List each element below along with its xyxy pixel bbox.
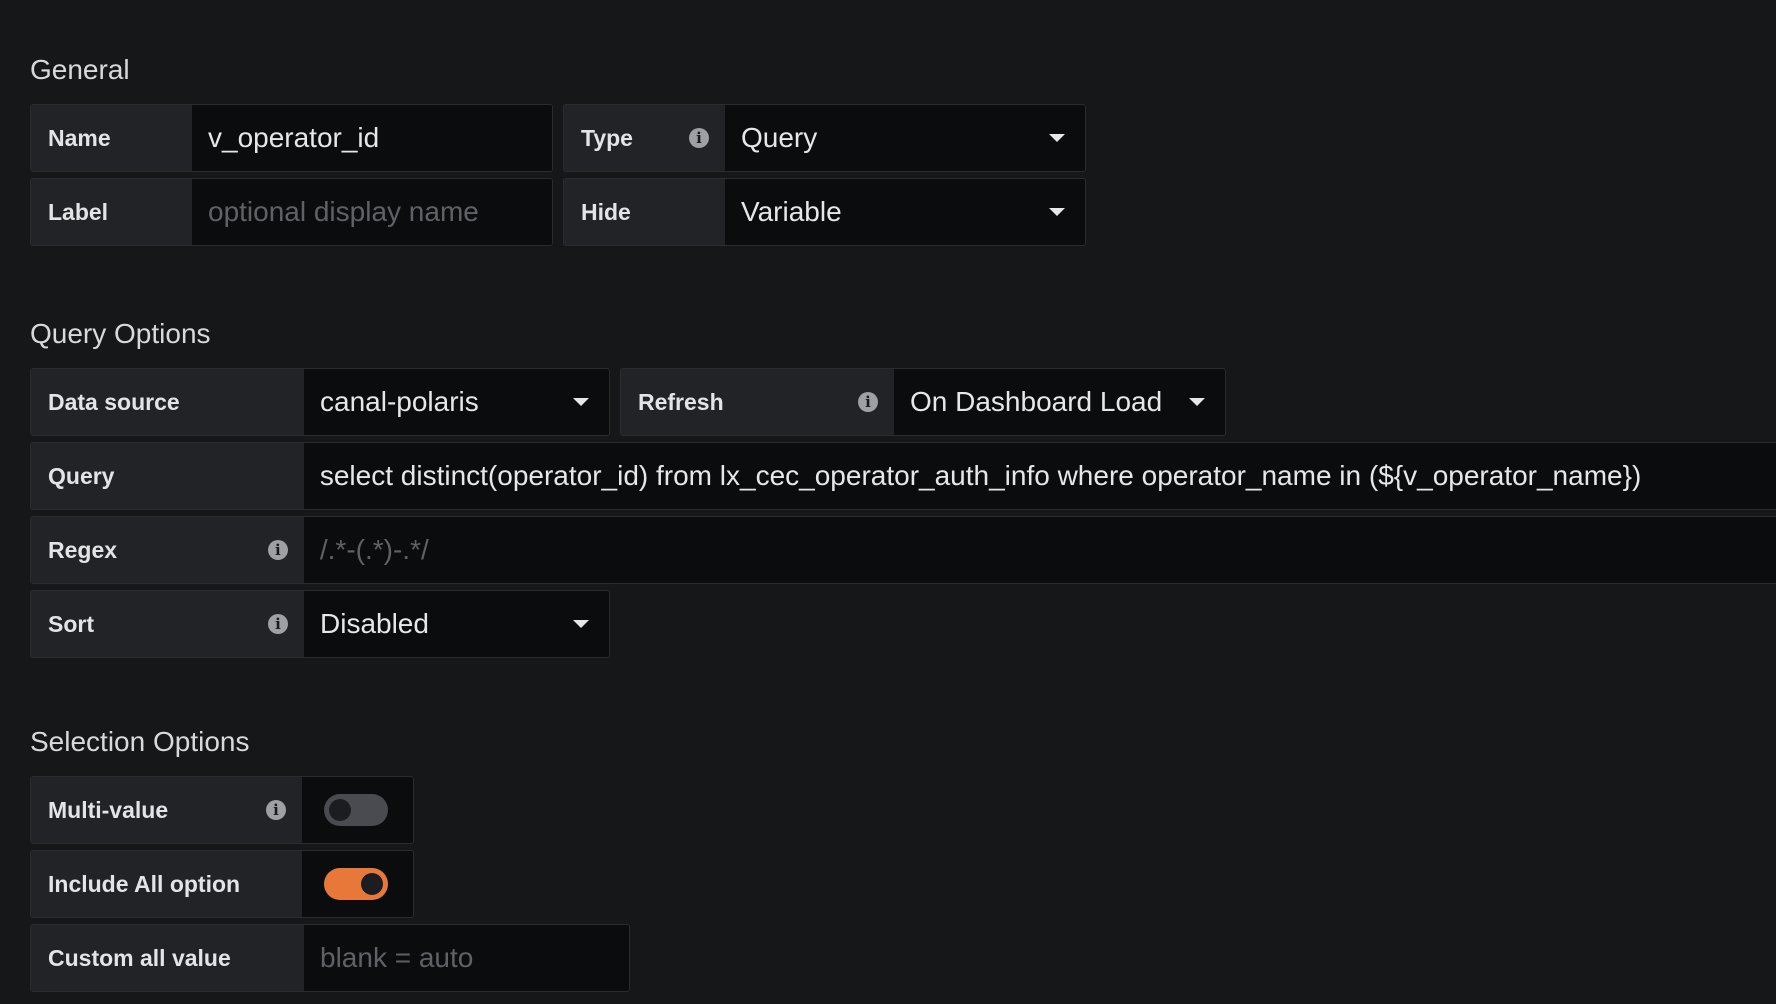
sort-select[interactable]: Disabled xyxy=(304,591,609,657)
row-datasource-refresh: Data source canal-polaris Refresh i On D… xyxy=(30,368,1226,436)
toggle-knob xyxy=(361,873,383,895)
query-label: Query xyxy=(31,443,304,509)
type-select[interactable]: Query xyxy=(725,105,1085,171)
regex-label: Regex i xyxy=(31,517,304,583)
row-sort: Sort i Disabled xyxy=(30,590,610,658)
row-query: Query select distinct(operator_id) from … xyxy=(30,442,1776,510)
regex-input[interactable]: /.*-(.*)-.*/ xyxy=(303,517,1776,583)
caret-down-icon xyxy=(573,620,589,628)
caret-down-icon xyxy=(1189,398,1205,406)
row-regex: Regex i /.*-(.*)-.*/ xyxy=(30,516,1776,584)
multi-value-label: Multi-value i xyxy=(31,777,302,843)
info-icon[interactable]: i xyxy=(268,614,288,634)
multi-value-label-text: Multi-value xyxy=(48,796,169,823)
toggle-knob xyxy=(329,799,351,821)
include-all-switch-cell xyxy=(302,851,413,917)
custom-all-value-field-group: Custom all value blank = auto xyxy=(30,924,630,992)
row-custom-all-value: Custom all value blank = auto xyxy=(30,924,630,992)
name-field-group: Name v_operator_id xyxy=(30,104,553,172)
refresh-label: Refresh i xyxy=(621,369,894,435)
type-label-text: Type xyxy=(581,124,633,151)
refresh-field-group: Refresh i On Dashboard Load xyxy=(620,368,1226,436)
caret-down-icon xyxy=(573,398,589,406)
regex-label-text: Regex xyxy=(48,536,118,563)
row-include-all: Include All option xyxy=(30,850,414,918)
caret-down-icon xyxy=(1049,208,1065,216)
multi-value-field-group: Multi-value i xyxy=(30,776,414,844)
hide-select-value: Variable xyxy=(741,196,842,227)
info-icon[interactable]: i xyxy=(689,128,709,148)
datasource-select[interactable]: canal-polaris xyxy=(304,369,609,435)
sort-label: Sort i xyxy=(31,591,304,657)
refresh-select[interactable]: On Dashboard Load xyxy=(894,369,1225,435)
multi-value-toggle[interactable] xyxy=(324,794,388,826)
type-label: Type i xyxy=(564,105,725,171)
custom-all-value-input[interactable]: blank = auto xyxy=(304,925,629,991)
include-all-field-group: Include All option xyxy=(30,850,414,918)
row-label-hide: Label optional display name Hide Variabl… xyxy=(30,178,1086,246)
variable-editor: General Name v_operator_id Type i Query … xyxy=(0,0,1776,1004)
custom-all-value-label: Custom all value xyxy=(31,925,304,991)
sort-field-group: Sort i Disabled xyxy=(30,590,610,658)
row-name-type: Name v_operator_id Type i Query xyxy=(30,104,1086,172)
section-title-selection-options: Selection Options xyxy=(30,726,250,757)
datasource-label: Data source xyxy=(31,369,304,435)
label-input[interactable]: optional display name xyxy=(192,179,552,245)
sort-select-value: Disabled xyxy=(320,608,429,639)
refresh-label-text: Refresh xyxy=(638,388,724,415)
include-all-toggle[interactable] xyxy=(324,868,388,900)
type-select-value: Query xyxy=(741,122,818,153)
row-multi-value: Multi-value i xyxy=(30,776,414,844)
hide-select[interactable]: Variable xyxy=(725,179,1085,245)
type-field-group: Type i Query xyxy=(563,104,1086,172)
datasource-select-value: canal-polaris xyxy=(320,386,479,417)
query-input[interactable]: select distinct(operator_id) from lx_cec… xyxy=(303,443,1776,509)
info-icon[interactable]: i xyxy=(858,392,878,412)
label-label: Label xyxy=(31,179,192,245)
datasource-field-group: Data source canal-polaris xyxy=(30,368,610,436)
section-title-general: General xyxy=(30,54,130,85)
info-icon[interactable]: i xyxy=(267,540,288,560)
name-input[interactable]: v_operator_id xyxy=(192,105,552,171)
info-icon[interactable]: i xyxy=(266,800,286,820)
sort-label-text: Sort xyxy=(48,610,94,637)
section-title-query-options: Query Options xyxy=(30,318,211,349)
hide-label: Hide xyxy=(564,179,725,245)
caret-down-icon xyxy=(1049,134,1065,142)
multi-value-switch-cell xyxy=(302,777,413,843)
query-field-group: Query select distinct(operator_id) from … xyxy=(30,442,1776,510)
refresh-select-value: On Dashboard Load xyxy=(910,386,1163,417)
regex-field-group: Regex i /.*-(.*)-.*/ xyxy=(30,516,1776,584)
include-all-label: Include All option xyxy=(31,851,302,917)
label-field-group: Label optional display name xyxy=(30,178,553,246)
hide-field-group: Hide Variable xyxy=(563,178,1086,246)
name-label: Name xyxy=(31,105,192,171)
